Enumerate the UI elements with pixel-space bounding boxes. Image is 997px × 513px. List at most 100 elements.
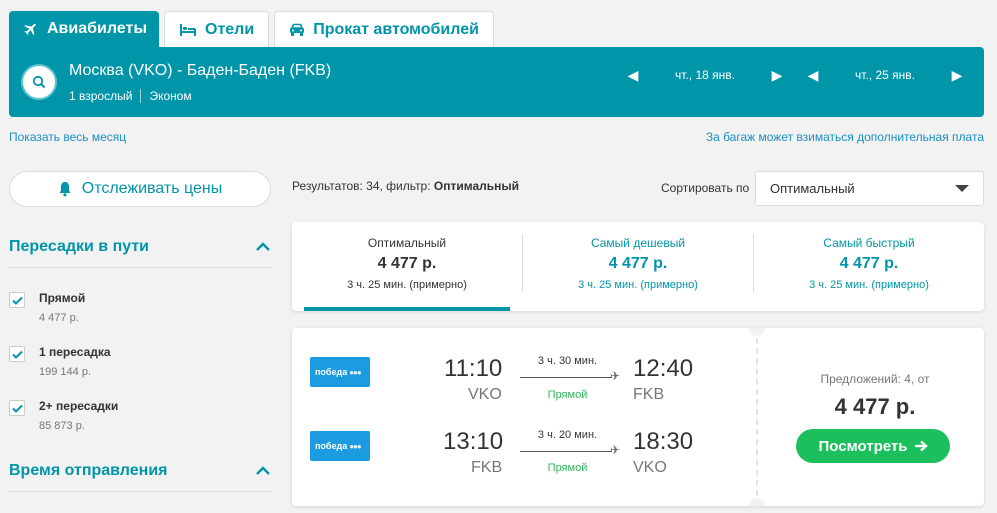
return-prev-button[interactable]: ◀ bbox=[806, 65, 820, 85]
results-count: Результатов: 34, фильтр: bbox=[292, 179, 434, 193]
bell-icon bbox=[59, 182, 71, 197]
return-date[interactable]: чт., 25 янв. bbox=[820, 68, 950, 82]
active-filter: Оптимальный bbox=[433, 179, 520, 193]
arrival-time: 12:40 bbox=[633, 355, 694, 382]
chevron-up-icon bbox=[256, 242, 270, 251]
sort-option-duration: 3 ч. 25 мин. (примерно) bbox=[578, 279, 698, 291]
sort-selected-value: Оптимальный bbox=[770, 181, 855, 196]
tab-hotels-label: Отели bbox=[205, 20, 255, 38]
depart-date-picker: ◀ чт., 18 янв. ▶ bbox=[626, 65, 784, 85]
meta-divider bbox=[140, 89, 142, 103]
divider bbox=[9, 267, 271, 268]
checkbox-two-plus-stops[interactable] bbox=[9, 400, 25, 416]
sort-label: Сортировать по bbox=[661, 181, 750, 195]
route-title[interactable]: Москва (VKO) - Баден-Баден (FKB) bbox=[69, 62, 331, 80]
results-summary: Результатов: 34, фильтр: Оптимальный bbox=[292, 179, 519, 193]
ticket-notch bbox=[749, 498, 765, 506]
sort-option-price: 4 477 р. bbox=[608, 255, 668, 272]
depart-next-button[interactable]: ▶ bbox=[770, 65, 784, 85]
sort-dropdown[interactable]: Оптимальный bbox=[755, 171, 984, 206]
search-button[interactable] bbox=[21, 64, 57, 100]
stops-filter-title: Пересадки в пути bbox=[9, 238, 150, 255]
flight-line bbox=[520, 451, 612, 452]
airline-logo: победа ●●● bbox=[310, 431, 370, 461]
arrival-airport: VKO bbox=[633, 459, 667, 476]
show-whole-month-link[interactable]: Показать весь месяц bbox=[9, 130, 126, 144]
plane-icon: ✈ bbox=[610, 443, 621, 457]
search-summary-bar: Москва (VKO) - Баден-Баден (FKB) 1 взрос… bbox=[9, 47, 984, 117]
departure-airport: FKB bbox=[471, 459, 503, 476]
plane-icon: ✈ bbox=[610, 369, 621, 383]
stops-option-label: Прямой bbox=[39, 291, 86, 305]
arrival-time: 18:30 bbox=[633, 428, 694, 455]
view-deal-label: Посмотреть bbox=[818, 437, 908, 455]
sort-option-duration: 3 ч. 25 мин. (примерно) bbox=[347, 279, 467, 291]
active-indicator bbox=[304, 307, 510, 311]
flight-line bbox=[520, 377, 612, 378]
search-icon bbox=[32, 75, 46, 89]
sort-option-title: Самый быстрый bbox=[823, 236, 915, 250]
flight-duration: 3 ч. 30 мин. bbox=[537, 355, 598, 367]
airline-name: победа bbox=[315, 367, 348, 377]
flight-result-card[interactable]: победа ●●● 11:10 VKO 3 ч. 30 мин. ✈ Прямо… bbox=[292, 328, 984, 506]
departure-time: 11:10 bbox=[444, 355, 503, 382]
baggage-fee-link[interactable]: За багаж может взиматься дополнительная … bbox=[706, 130, 984, 144]
depart-date[interactable]: чт., 18 янв. bbox=[640, 68, 770, 82]
car-icon bbox=[290, 23, 305, 36]
departure-airport: VKO bbox=[468, 386, 502, 403]
flight-duration: 3 ч. 20 мин. bbox=[537, 429, 598, 441]
tab-hotels[interactable]: Отели bbox=[164, 11, 270, 47]
track-prices-button[interactable]: Отслеживать цены bbox=[9, 171, 271, 207]
sort-option-price: 4 477 р. bbox=[839, 255, 899, 272]
track-prices-label: Отслеживать цены bbox=[81, 180, 223, 197]
stops-option-price: 199 144 р. bbox=[39, 366, 91, 378]
return-date-picker: ◀ чт., 25 янв. ▶ bbox=[806, 65, 964, 85]
tab-flights[interactable]: Авиабилеты bbox=[9, 11, 159, 47]
tab-car-rental-label: Прокат автомобилей bbox=[313, 20, 479, 38]
check-icon bbox=[11, 350, 23, 359]
sort-option-cheapest[interactable]: Самый дешевый 4 477 р. 3 ч. 25 мин. (при… bbox=[523, 222, 753, 311]
sort-option-duration: 3 ч. 25 мин. (примерно) bbox=[809, 279, 929, 291]
offers-count: Предложений: 4, от bbox=[820, 372, 930, 386]
plane-icon bbox=[24, 23, 36, 36]
logo-dots-icon: ●●● bbox=[349, 441, 361, 451]
cabin-class[interactable]: Эконом bbox=[149, 89, 191, 103]
departure-time-title: Время отправления bbox=[9, 462, 168, 479]
stops-filter-header[interactable]: Пересадки в пути bbox=[9, 238, 271, 256]
sort-option-title: Оптимальный bbox=[367, 236, 447, 250]
checkbox-one-stop[interactable] bbox=[9, 346, 25, 362]
card-divider bbox=[756, 328, 758, 506]
departure-time: 13:10 bbox=[443, 428, 504, 455]
chevron-up-icon bbox=[256, 466, 270, 475]
stops-option-label: 2+ пересадки bbox=[39, 399, 119, 413]
checkbox-direct[interactable] bbox=[9, 292, 25, 308]
check-icon bbox=[11, 296, 23, 305]
tab-car-rental[interactable]: Прокат автомобилей bbox=[274, 11, 494, 47]
stops-option-label: 1 пересадка bbox=[39, 345, 111, 359]
stops-info: Прямой bbox=[547, 462, 588, 474]
tab-flights-label: Авиабилеты bbox=[47, 20, 147, 37]
departure-time-header[interactable]: Время отправления bbox=[9, 462, 271, 480]
bed-icon bbox=[180, 23, 196, 36]
stops-option-price: 4 477 р. bbox=[39, 312, 79, 324]
depart-prev-button[interactable]: ◀ bbox=[626, 65, 640, 85]
airline-name: победа bbox=[315, 441, 348, 451]
sort-option-optimal[interactable]: Оптимальный 4 477 р. 3 ч. 25 мин. (приме… bbox=[292, 222, 522, 311]
stops-info: Прямой bbox=[547, 389, 588, 401]
flight-price: 4 477 р. bbox=[834, 394, 916, 419]
return-next-button[interactable]: ▶ bbox=[950, 65, 964, 85]
sort-option-fastest[interactable]: Самый быстрый 4 477 р. 3 ч. 25 мин. (при… bbox=[754, 222, 984, 311]
passengers-count[interactable]: 1 взрослый bbox=[69, 89, 132, 103]
product-tabs: Авиабилеты Отели Прокат автомобилей bbox=[9, 11, 494, 47]
sort-options-card: Оптимальный 4 477 р. 3 ч. 25 мин. (приме… bbox=[292, 222, 984, 311]
caret-down-icon bbox=[955, 185, 969, 192]
arrow-right-icon bbox=[914, 440, 928, 452]
view-deal-button[interactable]: Посмотреть bbox=[796, 429, 950, 463]
logo-dots-icon: ●●● bbox=[349, 367, 361, 377]
sort-option-price: 4 477 р. bbox=[377, 255, 437, 272]
search-meta: 1 взрослый Эконом bbox=[69, 89, 192, 103]
ticket-notch bbox=[749, 328, 765, 336]
check-icon bbox=[11, 404, 23, 413]
divider bbox=[9, 491, 271, 492]
sort-option-title: Самый дешевый bbox=[590, 236, 686, 250]
